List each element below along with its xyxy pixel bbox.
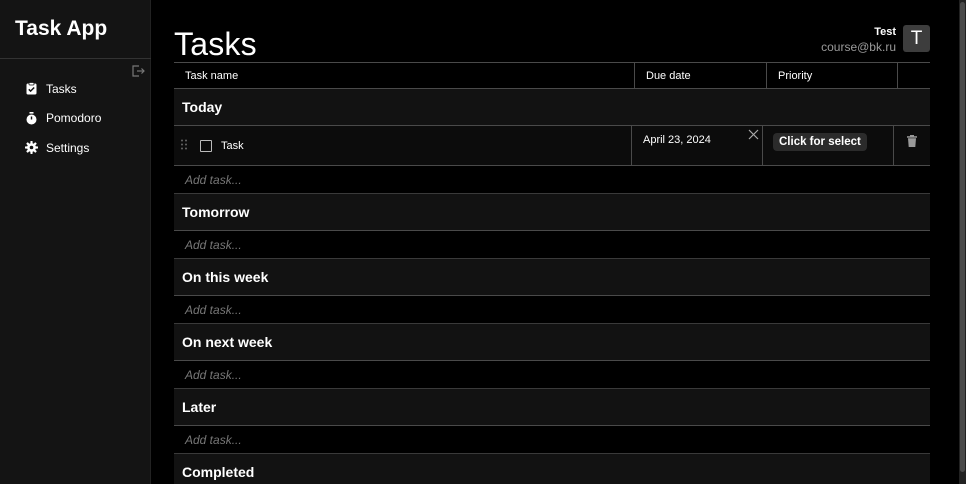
drag-handle-icon[interactable] [180,139,188,153]
group-header-next-week: On next week [174,324,930,361]
sidebar-item-label: Tasks [46,81,77,96]
due-date-cell[interactable]: April 23, 2024 [631,126,762,165]
actions-cell [893,126,930,165]
scrollbar[interactable] [959,0,966,484]
add-task-input-later[interactable]: Add task... [174,426,930,454]
task-table: Task name Due date Priority Today Task A… [174,62,930,484]
group-header-tomorrow: Tomorrow [174,194,930,231]
gear-icon [25,141,38,155]
column-header-priority: Priority [766,63,897,88]
column-header-due-date: Due date [634,63,766,88]
sidebar-item-label: Pomodoro [46,111,102,126]
sidebar-nav: Tasks Pomodoro Settings [0,74,151,163]
table-header: Task name Due date Priority [174,62,930,89]
priority-select[interactable]: Click for select [773,133,867,151]
sidebar-item-settings[interactable]: Settings [0,133,151,163]
sidebar-item-label: Settings [46,140,90,155]
group-header-this-week: On this week [174,259,930,296]
main-content: Tasks Test course@bk.ru T Task name Due … [151,0,966,484]
clipboard-check-icon [25,82,38,95]
priority-cell: Click for select [762,126,893,165]
group-header-today: Today [174,89,930,126]
sidebar-item-tasks[interactable]: Tasks [0,74,151,104]
sidebar-item-pomodoro[interactable]: Pomodoro [0,104,151,134]
avatar[interactable]: T [903,25,930,52]
table-row: Task April 23, 2024 Click for select [174,126,930,166]
column-header-task-name: Task name [185,69,239,82]
column-header-actions [897,63,930,88]
task-name-cell: Task [174,126,631,165]
add-task-input-tomorrow[interactable]: Add task... [174,231,930,259]
add-task-input-next-week[interactable]: Add task... [174,361,930,389]
user-info: Test course@bk.ru [821,26,896,54]
task-checkbox[interactable] [200,139,212,152]
user-name: Test [874,26,896,38]
add-task-input-this-week[interactable]: Add task... [174,296,930,324]
sidebar: Task App Tasks Pomodoro Settings [0,0,151,484]
group-header-later: Later [174,389,930,426]
group-header-completed: Completed [174,454,930,484]
trash-icon[interactable] [907,134,917,165]
add-task-input-today[interactable]: Add task... [174,166,930,194]
user-email: course@bk.ru [821,40,896,54]
scrollbar-thumb[interactable] [960,2,965,472]
stopwatch-icon [25,111,38,125]
task-name[interactable]: Task [221,140,244,152]
brand-title: Task App [0,0,151,59]
due-date-value: April 23, 2024 [643,134,711,146]
app-root: Task App Tasks Pomodoro Settings Tasks T… [0,0,966,484]
close-icon[interactable] [748,129,759,140]
page-title: Tasks [174,26,257,62]
